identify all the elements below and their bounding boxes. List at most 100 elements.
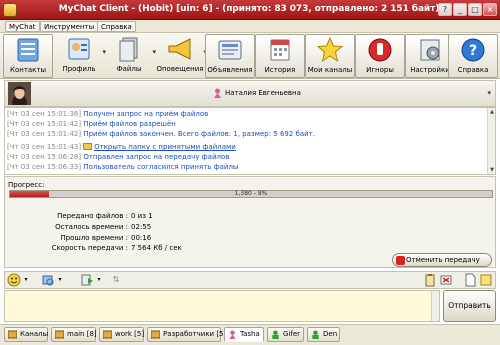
tab-den[interactable]: Den — [307, 327, 340, 342]
stat-elapsed-value: 00:16 — [131, 234, 152, 242]
channel-icon — [55, 330, 64, 339]
toolbar-ignore-button[interactable]: Игноры — [355, 34, 405, 78]
message-toolbar: ▾ ▾ ▾ ⇅ — [4, 271, 496, 289]
tab-label: Tasha — [240, 330, 260, 338]
menu-tools[interactable]: Инструменты — [40, 21, 99, 32]
folder-icon — [83, 143, 93, 150]
scroll-down-icon[interactable]: ▼ — [488, 166, 495, 174]
toolbar-profile-label: Профиль — [62, 65, 96, 73]
sort-icon[interactable]: ⇅ — [110, 273, 122, 287]
files-icon — [119, 37, 138, 62]
tab-gifer[interactable]: Gifer — [267, 327, 304, 342]
stat-speed-value: 7 564 Кб / сек — [131, 244, 182, 252]
tab-label: Каналы — [20, 330, 49, 338]
title-bar: MyChat Client - (Hobit) [uin: 6] - (прин… — [0, 0, 500, 20]
announcements-icon — [218, 40, 242, 60]
log-line: [Чт 03 сен 15:06:28] Отправлен запрос на… — [7, 153, 230, 161]
toolbar-alerts-button[interactable]: ▾ Оповещения — [155, 34, 207, 78]
progress-label: Прогресс: — [8, 181, 45, 189]
note-icon[interactable] — [479, 273, 493, 287]
log-line: [Чт 03 сен 15:01:42] Приём файлов разреш… — [7, 120, 176, 128]
clipboard-icon[interactable] — [423, 273, 437, 287]
tab-label: work [5] — [115, 330, 145, 338]
avatar[interactable] — [8, 82, 31, 105]
menu-mychat[interactable]: MyChat — [5, 21, 40, 32]
search-icon[interactable] — [41, 273, 55, 287]
conversation-tabs: Каналы main [8] work [5] Разработчики [5… — [0, 324, 500, 345]
settings-icon — [420, 39, 440, 61]
open-folder-link[interactable]: Открыть папку с принятыми файлами — [94, 143, 236, 151]
message-input[interactable] — [5, 291, 431, 321]
send-button[interactable]: Отправить — [443, 290, 496, 322]
smiley-icon[interactable] — [7, 273, 21, 287]
megaphone-icon — [168, 38, 191, 60]
channel-icon — [103, 330, 112, 339]
send-file-icon[interactable] — [80, 273, 94, 287]
tab-channels[interactable]: Каналы — [4, 327, 48, 342]
app-icon[interactable] — [3, 3, 17, 17]
cancel-transfer-label: Отменить передачу — [406, 256, 480, 264]
chat-log[interactable]: [Чт 03 сен 15:01:36] Получен запрос на п… — [4, 107, 496, 175]
toolbar-contacts-button[interactable]: Контакты — [3, 34, 53, 78]
tab-main[interactable]: main [8] — [51, 327, 97, 342]
log-line: [Чт 03 сен 15:01:36] Получен запрос на п… — [7, 110, 209, 118]
file-transfer-panel: Прогресс: 1,380 - 8% Передано файлов : 0… — [4, 176, 496, 268]
svg-text:?: ? — [469, 43, 477, 59]
cancel-transfer-button[interactable]: Отменить передачу — [392, 253, 492, 267]
tab-developers[interactable]: Разработчики [5] — [147, 327, 226, 342]
progress-text: 1,380 - 8% — [234, 190, 268, 197]
toolbar-files-button[interactable]: ▾ Файлы — [104, 34, 156, 78]
new-document-icon[interactable] — [463, 273, 477, 287]
history-icon — [270, 39, 290, 61]
log-line: [Чт 03 сен 15:01:43] Открыть папку с прин… — [7, 143, 236, 151]
toolbar-announcements-button[interactable]: Объявления — [205, 34, 255, 78]
toolbar-history-label: История — [264, 66, 296, 74]
close-button[interactable]: × — [483, 3, 497, 16]
chevron-down-icon[interactable]: ▾ — [56, 273, 64, 287]
toolbar-announcements-label: Объявления — [207, 66, 253, 74]
log-line: [Чт 03 сен 15:01:42] Приём файлов законч… — [7, 130, 316, 138]
clear-icon[interactable] — [439, 273, 453, 287]
stat-remaining-value: 02:55 — [131, 223, 152, 231]
toolbar-contacts-label: Контакты — [9, 66, 47, 74]
toolbar-help-label: Справка — [457, 66, 489, 74]
contacts-icon — [17, 38, 39, 62]
stat-speed-label: Скорость передачи : — [51, 244, 128, 252]
male-user-icon — [312, 330, 319, 339]
stat-files-value: 0 из 1 — [131, 212, 153, 220]
channel-icon — [151, 330, 160, 339]
toolbar-settings-label: Настройки — [410, 66, 450, 74]
toolbar-history-button[interactable]: История — [255, 34, 305, 78]
male-user-icon — [272, 330, 279, 339]
tab-label: Разработчики [5] — [163, 330, 227, 338]
toolbar-profile-button[interactable]: ▾ Профиль — [54, 34, 106, 78]
chevron-down-icon[interactable]: ▾ — [95, 273, 103, 287]
toolbar-my-channels-button[interactable]: Мои каналы — [305, 34, 355, 78]
help-icon: ? — [461, 38, 485, 62]
menu-bar: MyChat Инструменты Справка — [0, 20, 500, 33]
log-line: [Чт 03 сен 15:06:33] Пользователь соглас… — [7, 163, 239, 171]
ignore-icon — [368, 38, 392, 62]
tab-label: Gifer — [283, 330, 301, 338]
chevron-down-icon[interactable]: ▾ — [22, 273, 30, 287]
stat-remaining-label: Осталось времени : — [55, 223, 128, 231]
stop-icon — [396, 256, 405, 265]
channels-icon — [8, 330, 17, 339]
chevron-down-icon[interactable]: ▾ — [487, 89, 491, 97]
input-scrollbar[interactable] — [431, 291, 439, 321]
minimize-button[interactable]: _ — [453, 3, 467, 16]
scroll-up-icon[interactable]: ▲ — [488, 108, 495, 116]
progress-bar: 1,380 - 8% — [9, 190, 493, 198]
female-user-icon — [214, 88, 221, 98]
main-toolbar: Контакты ▾ Профиль ▾ Файлы ▾ Оповещения … — [0, 33, 500, 79]
profile-icon — [68, 38, 90, 60]
tab-work[interactable]: work [5] — [99, 327, 144, 342]
contact-header: Наталия Евгеньевна ▾ — [4, 80, 496, 107]
log-scrollbar[interactable]: ▲ ▼ — [487, 108, 495, 174]
toolbar-help-button[interactable]: ? Справка — [448, 34, 498, 78]
menu-help[interactable]: Справка — [97, 21, 136, 32]
maximize-button[interactable]: □ — [468, 3, 482, 16]
tab-tasha[interactable]: Tasha — [224, 327, 264, 342]
toolbar-alerts-label: Оповещения — [156, 65, 204, 73]
help-window-button[interactable]: ? — [438, 3, 452, 16]
